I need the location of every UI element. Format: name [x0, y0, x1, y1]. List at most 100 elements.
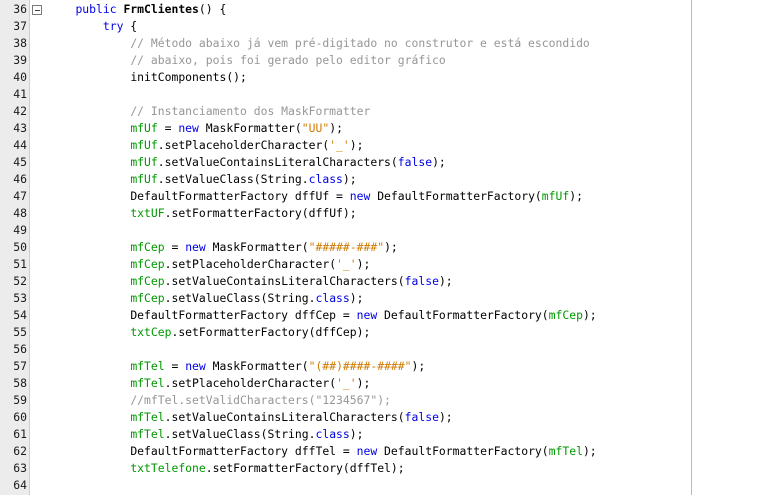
code-editor[interactable]: 36 public FrmClientes() {37 try {38// Méto…	[0, 0, 764, 495]
code-line[interactable]: 51 mfCep.setPlaceholderCharacter('_');	[0, 256, 764, 273]
code-token: );	[569, 189, 583, 203]
code-text: txtCep.setFormatterFactory(dffCep);	[130, 324, 370, 341]
code-token: );	[349, 138, 364, 152]
line-number: 47	[13, 189, 27, 203]
code-text: mfTel = new MaskFormatter("(##)####-####…	[130, 358, 425, 375]
code-token: );	[329, 121, 343, 135]
code-line[interactable]: 64	[0, 477, 764, 494]
line-number: 53	[13, 291, 27, 305]
code-token: class	[315, 427, 350, 441]
code-line[interactable]: 58 mfTel.setPlaceholderCharacter('_');	[0, 375, 764, 392]
code-token: mfUf	[130, 121, 158, 135]
code-line[interactable]: 42 // Instanciamento dos MaskFormatter	[0, 103, 764, 120]
code-line[interactable]: 45 mfUf.setValueContainsLiteralCharacters…	[0, 154, 764, 171]
code-token: MaskFormatter(	[205, 240, 309, 254]
code-token: '_'	[336, 376, 357, 390]
line-number: 50	[13, 240, 27, 254]
code-token: txtUF	[130, 206, 165, 220]
code-text: mfTel.setValueClass(String.class);	[130, 426, 363, 443]
code-token: .setFormatterFactory(dffUf);	[164, 206, 357, 220]
code-line[interactable]: 62 DefaultFormatterFactory dffTel = new D…	[0, 443, 764, 460]
code-line[interactable]: 61 mfTel.setValueClass(String.class);	[0, 426, 764, 443]
collapse-minus-icon[interactable]	[32, 5, 42, 15]
code-token: "#####-###"	[308, 240, 385, 254]
code-token: mfTel	[130, 359, 165, 373]
code-token: );	[349, 291, 364, 305]
code-token: .setFormatterFactory(dffCep);	[171, 325, 371, 339]
line-number: 46	[13, 172, 27, 186]
code-line[interactable]: 39 // abaixo, pois foi gerado pelo editor…	[0, 52, 764, 69]
code-text: DefaultFormatterFactory dffTel = new Def…	[130, 443, 596, 460]
code-token: );	[432, 155, 446, 169]
line-number: 62	[13, 444, 27, 458]
code-line[interactable]: 41	[0, 86, 764, 103]
code-lines[interactable]: 36 public FrmClientes() {37 try {38// Méto…	[0, 1, 764, 494]
code-line[interactable]: 49	[0, 222, 764, 239]
code-token: {	[123, 19, 138, 33]
code-line[interactable]: 44 mfUf.setPlaceholderCharacter('_');	[0, 137, 764, 154]
code-token: .setPlaceholderCharacter(	[157, 138, 330, 152]
code-line[interactable]: 52 mfCep.setValueContainsLiteralCharacter…	[0, 273, 764, 290]
line-number: 37	[13, 19, 27, 33]
code-token: mfUf	[130, 138, 158, 152]
code-text: try {	[103, 18, 137, 35]
code-token: .setPlaceholderCharacter(	[164, 376, 337, 390]
line-number: 41	[13, 87, 27, 101]
code-token: class	[308, 172, 343, 186]
code-line[interactable]: 59 //mfTel.setValidCharacters("1234567");	[0, 392, 764, 409]
code-token: // abaixo, pois foi gerado pelo editor g…	[130, 53, 446, 67]
code-token: //mfTel.setValidCharacters("1234567");	[130, 393, 391, 407]
line-number: 64	[13, 478, 27, 492]
line-number: 51	[13, 257, 27, 271]
line-number: 39	[13, 53, 27, 67]
code-token: );	[384, 240, 398, 254]
line-number: 57	[13, 359, 27, 373]
code-line[interactable]: 50 mfCep = new MaskFormatter("#####-###")…	[0, 239, 764, 256]
line-number: 38	[13, 36, 27, 50]
line-number: 49	[13, 223, 27, 237]
code-token: mfUf	[541, 189, 570, 203]
code-line[interactable]: 55 txtCep.setFormatterFactory(dffCep);	[0, 324, 764, 341]
code-line[interactable]: 37 try {	[0, 18, 764, 35]
code-line[interactable]: 53 mfCep.setValueClass(String.class);	[0, 290, 764, 307]
code-line[interactable]: 40 initComponents();	[0, 69, 764, 86]
code-token: .setValueContainsLiteralCharacters(	[164, 274, 405, 288]
code-token: mfUf	[130, 155, 158, 169]
code-token: .setValueContainsLiteralCharacters(	[164, 410, 405, 424]
code-token: new	[349, 189, 371, 203]
code-token: );	[582, 308, 597, 322]
code-token: );	[342, 172, 357, 186]
code-text: // Instanciamento dos MaskFormatter	[130, 103, 370, 120]
code-token: );	[438, 410, 453, 424]
code-token: =	[164, 240, 186, 254]
code-token: FrmClientes	[123, 2, 199, 16]
code-text: mfUf.setValueClass(String.class);	[130, 171, 356, 188]
code-text: mfTel.setValueContainsLiteralCharacters(…	[130, 409, 452, 426]
line-number: 55	[13, 325, 27, 339]
code-line[interactable]: 63 txtTelefone.setFormatterFactory(dffTel…	[0, 460, 764, 477]
code-token: DefaultFormatterFactory dffCep =	[130, 308, 357, 322]
code-line[interactable]: 60 mfTel.setValueContainsLiteralCharacter…	[0, 409, 764, 426]
code-text: DefaultFormatterFactory dffCep = new Def…	[130, 307, 596, 324]
line-number: 60	[13, 410, 27, 424]
code-line[interactable]: 48 txtUF.setFormatterFactory(dffUf);	[0, 205, 764, 222]
code-token: mfCep	[130, 257, 165, 271]
code-token: DefaultFormatterFactory dffTel =	[130, 444, 357, 458]
line-number: 44	[13, 138, 27, 152]
code-line[interactable]: 43 mfUf = new MaskFormatter("UU");	[0, 120, 764, 137]
code-line[interactable]: 54 DefaultFormatterFactory dffCep = new D…	[0, 307, 764, 324]
code-token: );	[356, 376, 371, 390]
code-token: new	[178, 121, 199, 135]
code-line[interactable]: 56	[0, 341, 764, 358]
code-token: mfCep	[130, 274, 165, 288]
code-line[interactable]: 38 // Método abaixo já vem pré-digitado n…	[0, 35, 764, 52]
code-token: txtCep	[130, 325, 172, 339]
code-line[interactable]: 57 mfTel = new MaskFormatter("(##)####-##…	[0, 358, 764, 375]
line-number: 40	[13, 70, 27, 84]
code-line[interactable]: 36 public FrmClientes() {	[0, 1, 764, 18]
code-token: false	[404, 274, 439, 288]
code-token: new	[185, 359, 206, 373]
code-token: mfCep	[548, 308, 583, 322]
code-line[interactable]: 47 DefaultFormatterFactory dffUf = new De…	[0, 188, 764, 205]
code-line[interactable]: 46 mfUf.setValueClass(String.class);	[0, 171, 764, 188]
